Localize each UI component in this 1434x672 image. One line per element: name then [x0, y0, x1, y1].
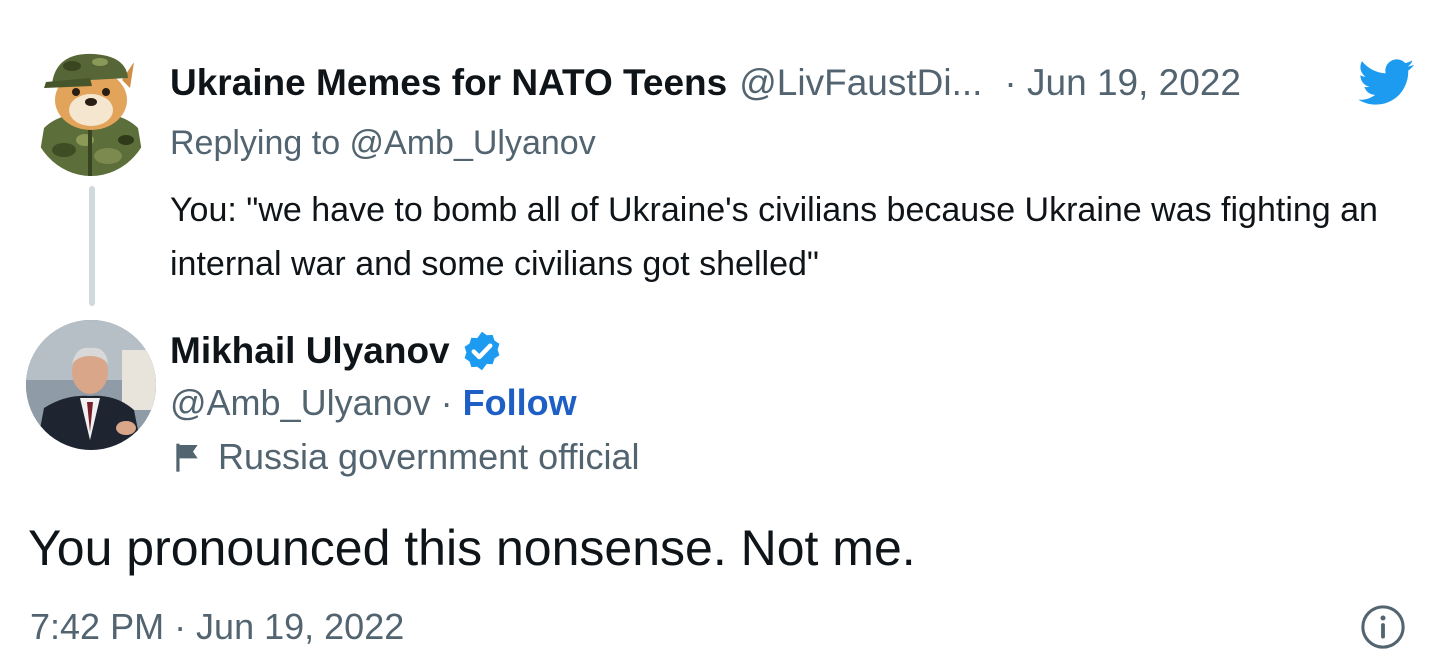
parent-tweet: Ukraine Memes for NATO Teens @LivFaustDi… — [0, 0, 1434, 310]
parent-date-group[interactable]: · Jun 19, 2022 — [1004, 58, 1241, 108]
twitter-bird-icon[interactable] — [1352, 54, 1422, 110]
shiba-avatar-icon — [36, 53, 146, 176]
thread-connector-line — [89, 186, 95, 306]
info-icon[interactable] — [1360, 604, 1406, 650]
tweet-timestamp[interactable]: 7:42 PM · Jun 19, 2022 — [30, 602, 404, 652]
replying-handle[interactable]: @Amb_Ulyanov — [350, 124, 596, 162]
parent-handle[interactable]: @LivFaustDi... — [739, 58, 982, 108]
parent-avatar[interactable] — [30, 44, 152, 176]
replying-to: Replying to @Amb_Ulyanov — [170, 118, 596, 168]
man-in-suit-avatar-icon — [26, 320, 156, 450]
parent-date[interactable]: Jun 19, 2022 — [1027, 62, 1241, 103]
government-label[interactable]: Russia government official — [170, 432, 640, 482]
main-handle[interactable]: @Amb_Ulyanov — [170, 382, 431, 423]
main-handle-row: @Amb_Ulyanov · Follow — [170, 378, 577, 428]
government-label-text: Russia government official — [218, 436, 640, 477]
replying-label: Replying to — [170, 124, 350, 162]
flag-icon — [176, 443, 198, 472]
main-avatar[interactable] — [26, 320, 156, 450]
main-name-row: Mikhail Ulyanov — [170, 326, 504, 376]
parent-display-name[interactable]: Ukraine Memes for NATO Teens — [170, 58, 727, 108]
date-separator: · — [1004, 62, 1017, 103]
main-display-name[interactable]: Mikhail Ulyanov — [170, 330, 450, 372]
main-tweet-text: You pronounced this nonsense. Not me. — [28, 520, 916, 576]
parent-header: Ukraine Memes for NATO Teens @LivFaustDi… — [170, 58, 1241, 108]
follow-button[interactable]: Follow — [463, 382, 577, 423]
parent-tweet-text: You: "we have to bomb all of Ukraine's c… — [170, 191, 1378, 283]
handle-separator: · — [430, 382, 463, 423]
verified-badge-icon — [464, 331, 500, 371]
